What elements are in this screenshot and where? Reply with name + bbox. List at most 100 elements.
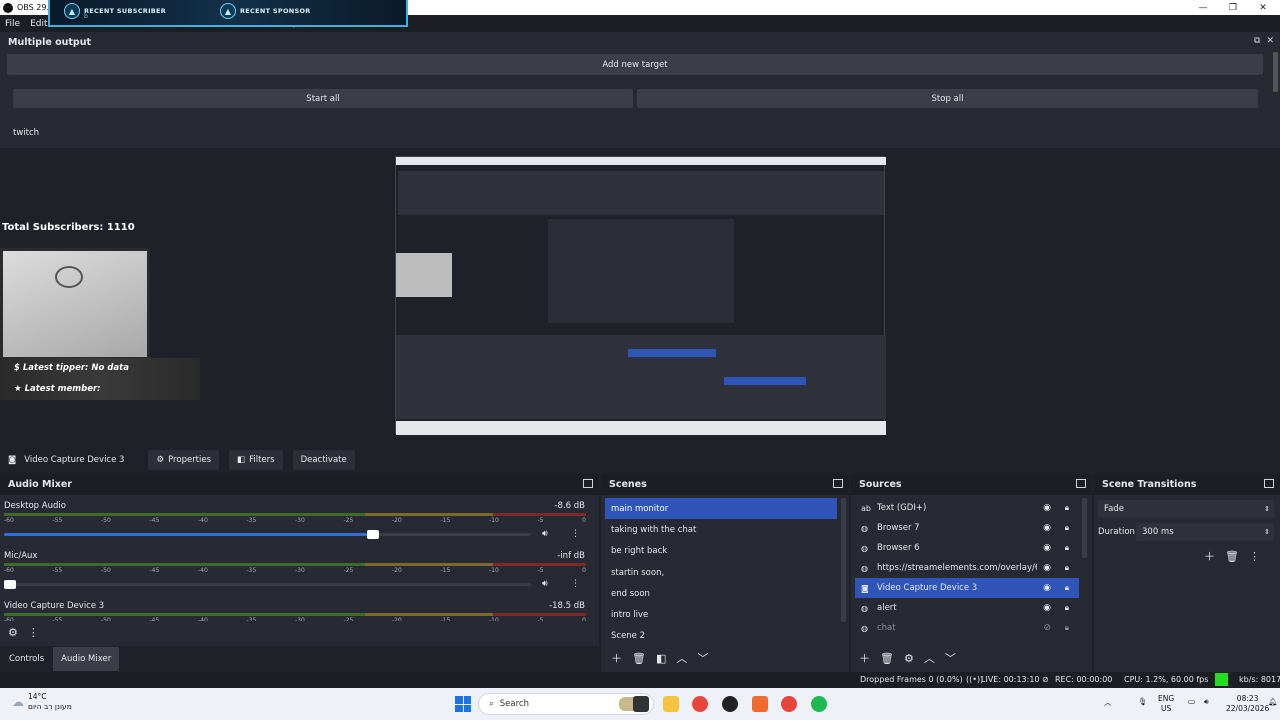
- app-icon[interactable]: [752, 696, 768, 712]
- source-item[interactable]: ab Text (GDI+) ◉ 🔒︎: [855, 498, 1079, 518]
- scenes-dock: Scenes main monitor taking with the chat b…: [601, 474, 849, 672]
- scene-filters-icon[interactable]: ◧: [656, 652, 666, 665]
- transition-menu-icon[interactable]: ⋮: [1249, 550, 1260, 563]
- source-item[interactable]: ◍ https://streamelements.com/overlay/68 ◉ 🔒…: [855, 558, 1079, 578]
- advanced-audio-gear-icon[interactable]: ⚙: [8, 626, 18, 639]
- close-icon[interactable]: ✕: [1248, 0, 1278, 15]
- eye-hidden-icon[interactable]: ⊘: [1043, 623, 1051, 633]
- weather-widget[interactable]: ☁ 14°C מעונן רב היום: [12, 692, 72, 712]
- kebab-menu-icon[interactable]: ⋮: [571, 579, 580, 589]
- add-target-button[interactable]: Add new target: [7, 54, 1263, 75]
- eye-icon[interactable]: ◉: [1043, 503, 1051, 513]
- move-up-chevron-icon[interactable]: ︿: [676, 650, 687, 666]
- chevron-up-icon[interactable]: ︿: [1104, 698, 1112, 708]
- updown-arrows-icon: ⇕: [1264, 505, 1270, 513]
- obs-taskbar-icon[interactable]: [722, 696, 738, 712]
- transition-select[interactable]: Fade ⇕: [1098, 500, 1274, 518]
- taskbar-search[interactable]: ⌕ Search: [478, 693, 654, 715]
- chrome-profile-icon[interactable]: [781, 696, 797, 712]
- scene-item[interactable]: main monitor: [605, 498, 837, 520]
- lock-icon[interactable]: 🔒︎: [1065, 583, 1069, 593]
- network-icon[interactable]: ▭: [1188, 697, 1195, 707]
- chrome-icon[interactable]: [692, 696, 708, 712]
- scene-item[interactable]: startin soon,: [605, 562, 837, 583]
- duration-spinbox[interactable]: 300 ms ⇕: [1136, 523, 1274, 541]
- source-properties-gear-icon[interactable]: ⚙: [904, 652, 914, 665]
- start-all-button[interactable]: Start all: [13, 89, 633, 108]
- source-item[interactable]: ◍ alert ◉ 🔒︎: [855, 598, 1079, 618]
- multiple-output-scrollbar[interactable]: [1273, 52, 1278, 92]
- eye-icon[interactable]: ◉: [1043, 583, 1051, 593]
- preview-canvas[interactable]: Total Subscribers: 1110 $ Latest tipper:…: [0, 148, 1280, 446]
- undock-icon[interactable]: [1264, 479, 1274, 488]
- eye-icon[interactable]: ◉: [1043, 543, 1051, 553]
- filters-button[interactable]: ◧ Filters: [229, 450, 283, 470]
- undock-icon[interactable]: [833, 479, 843, 488]
- microphone-icon[interactable]: 🎙︎: [1138, 697, 1148, 707]
- stop-all-button[interactable]: Stop all: [637, 89, 1258, 108]
- tab-controls[interactable]: Controls: [1, 647, 52, 671]
- add-scene-plus-icon[interactable]: ＋: [611, 650, 622, 666]
- file-explorer-icon[interactable]: [663, 696, 679, 712]
- scene-item[interactable]: be right back: [605, 541, 837, 562]
- add-transition-plus-icon[interactable]: ＋: [1204, 548, 1215, 564]
- language-indicator[interactable]: ENG US: [1158, 694, 1174, 714]
- mixer-menu-icon[interactable]: ⋮: [28, 626, 39, 639]
- lock-icon[interactable]: 🔒︎: [1065, 623, 1069, 633]
- menu-file[interactable]: File: [0, 19, 25, 29]
- volume-slider-handle[interactable]: [366, 530, 379, 539]
- nested-multiple-output: [398, 171, 884, 215]
- eye-icon[interactable]: ◉: [1043, 603, 1051, 613]
- clock[interactable]: 08:23 22/03/2026: [1226, 694, 1269, 714]
- lock-icon[interactable]: 🔒︎: [1065, 543, 1069, 553]
- lock-icon[interactable]: 🔒︎: [1065, 503, 1069, 513]
- source-item[interactable]: ◍ chat ⊘ 🔒︎: [855, 618, 1079, 638]
- spotify-icon[interactable]: [811, 696, 827, 712]
- scene-item[interactable]: taking with the chat: [605, 519, 837, 540]
- lock-icon[interactable]: 🔒︎: [1065, 523, 1069, 533]
- eye-icon[interactable]: ◉: [1043, 563, 1051, 573]
- scenes-scrollbar[interactable]: [841, 498, 846, 622]
- notification-bell-icon[interactable]: 🔔︎: [1268, 697, 1278, 707]
- lock-icon[interactable]: 🔒︎: [1065, 603, 1069, 613]
- scene-item[interactable]: intro live: [605, 604, 837, 625]
- eye-icon[interactable]: ◉: [1043, 523, 1051, 533]
- volume-slider-handle[interactable]: [4, 580, 16, 589]
- move-up-chevron-icon[interactable]: ︿: [924, 650, 935, 666]
- maximize-icon[interactable]: ❐: [1218, 0, 1248, 15]
- source-item[interactable]: ◍ Browser 7 ◉ 🔒︎: [855, 518, 1079, 538]
- remove-transition-trash-icon[interactable]: 🗑︎: [1225, 550, 1239, 563]
- minimize-icon[interactable]: —: [1188, 0, 1218, 15]
- recent-sponsor-label: RECENT SPONSOR: [240, 7, 311, 15]
- dock-close-icon[interactable]: ✕: [1266, 36, 1274, 46]
- lock-icon[interactable]: 🔒︎: [1065, 563, 1069, 573]
- move-down-chevron-icon[interactable]: ﹀: [945, 650, 956, 666]
- source-item[interactable]: ◙ Video Capture Device 3 ◉ 🔒︎: [855, 578, 1079, 598]
- properties-button[interactable]: ⚙ Properties: [148, 450, 220, 470]
- speaker-icon[interactable]: 🔊︎: [542, 529, 548, 539]
- undock-icon[interactable]: [1076, 479, 1086, 488]
- undock-icon[interactable]: [583, 479, 593, 488]
- volume-icon[interactable]: 🔊︎: [1204, 697, 1209, 707]
- task-view-icon[interactable]: [633, 696, 649, 712]
- scene-item[interactable]: end soon: [605, 583, 837, 604]
- scene-item[interactable]: Scene 2: [605, 626, 837, 647]
- remove-scene-trash-icon[interactable]: 🗑︎: [632, 652, 646, 665]
- spin-arrows-icon[interactable]: ⇕: [1264, 528, 1270, 536]
- kebab-menu-icon[interactable]: ⋮: [571, 529, 580, 539]
- windows-start-icon[interactable]: [455, 696, 471, 712]
- sources-scrollbar[interactable]: [1082, 498, 1087, 558]
- volume-slider[interactable]: [4, 530, 531, 539]
- deactivate-button[interactable]: Deactivate: [292, 450, 355, 470]
- undock-icon[interactable]: ⧉: [1254, 36, 1260, 46]
- globe-icon: ◍: [861, 523, 868, 533]
- volume-slider[interactable]: [4, 580, 531, 589]
- search-placeholder: Search: [499, 699, 529, 709]
- speaker-icon[interactable]: 🔊︎: [542, 579, 548, 589]
- source-item[interactable]: ◍ Browser 6 ◉ 🔒︎: [855, 538, 1079, 558]
- move-down-chevron-icon[interactable]: ﹀: [697, 650, 708, 666]
- source-label: Browser 7: [877, 523, 920, 533]
- add-source-plus-icon[interactable]: ＋: [859, 650, 870, 666]
- remove-source-trash-icon[interactable]: 🗑︎: [880, 652, 894, 665]
- tab-audio-mixer[interactable]: Audio Mixer: [53, 647, 120, 671]
